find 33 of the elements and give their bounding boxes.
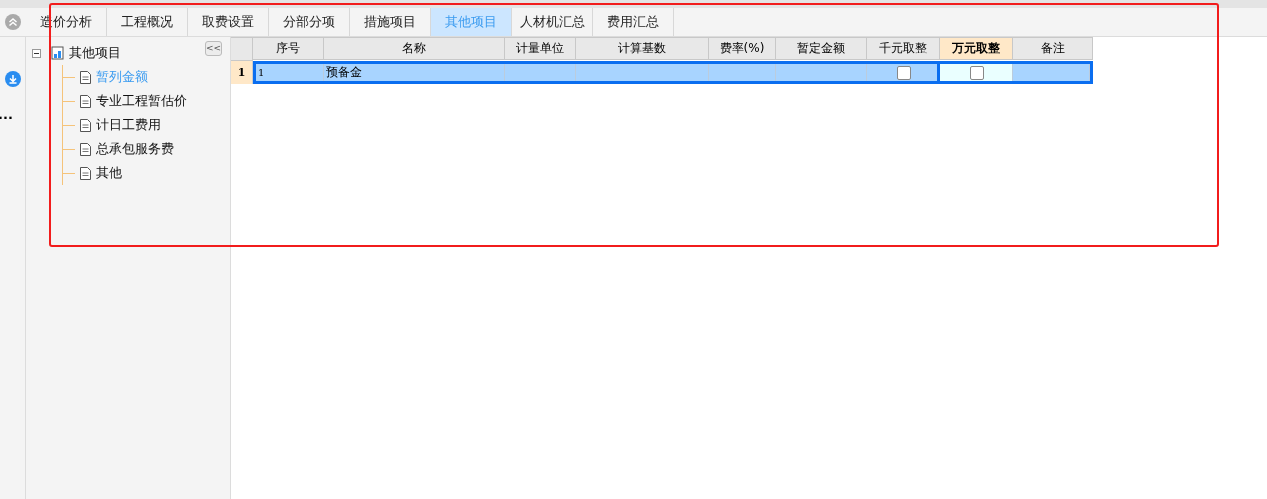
column-header[interactable]: 计算基数 (576, 37, 709, 60)
document-icon (80, 166, 91, 180)
table-cell (709, 64, 776, 81)
column-header[interactable]: 计量单位 (505, 37, 576, 60)
collapse-icon[interactable] (32, 48, 41, 58)
download-icon[interactable] (4, 71, 21, 87)
column-header[interactable]: 暂定金额 (776, 37, 867, 60)
checkbox[interactable] (897, 65, 911, 80)
table-cell (505, 64, 576, 81)
checkbox[interactable] (970, 65, 984, 80)
tree-item[interactable]: 总承包服务费 (96, 140, 174, 158)
tree-item[interactable]: 其他项目 (69, 44, 121, 62)
document-icon (80, 70, 91, 84)
row-number: 1 (231, 61, 253, 84)
document-icon (80, 118, 91, 132)
document-icon (80, 142, 91, 156)
column-header[interactable]: 名称 (324, 37, 505, 60)
column-header[interactable]: 备注 (1013, 37, 1093, 60)
table-cell: 1 (256, 64, 324, 81)
folder-chart-icon (51, 46, 65, 60)
column-header[interactable]: 序号 (253, 37, 324, 60)
table-row[interactable]: 1 预备金 (253, 61, 1093, 84)
column-header[interactable]: 万元取整 (940, 37, 1013, 60)
collapse-up-icon[interactable] (5, 14, 21, 30)
column-header[interactable]: 费率(%) (709, 37, 776, 60)
column-header[interactable]: 千元取整 (867, 37, 940, 60)
truncated-label: ... (0, 107, 13, 122)
tree-item[interactable]: 计日工费用 (96, 116, 161, 134)
tree-item[interactable]: 专业工程暂估价 (96, 92, 187, 110)
document-icon (80, 94, 91, 108)
collapse-panel-button[interactable]: << (205, 41, 222, 56)
table-cell: 预备金 (324, 64, 505, 81)
tree-item[interactable]: 其他 (96, 164, 122, 182)
